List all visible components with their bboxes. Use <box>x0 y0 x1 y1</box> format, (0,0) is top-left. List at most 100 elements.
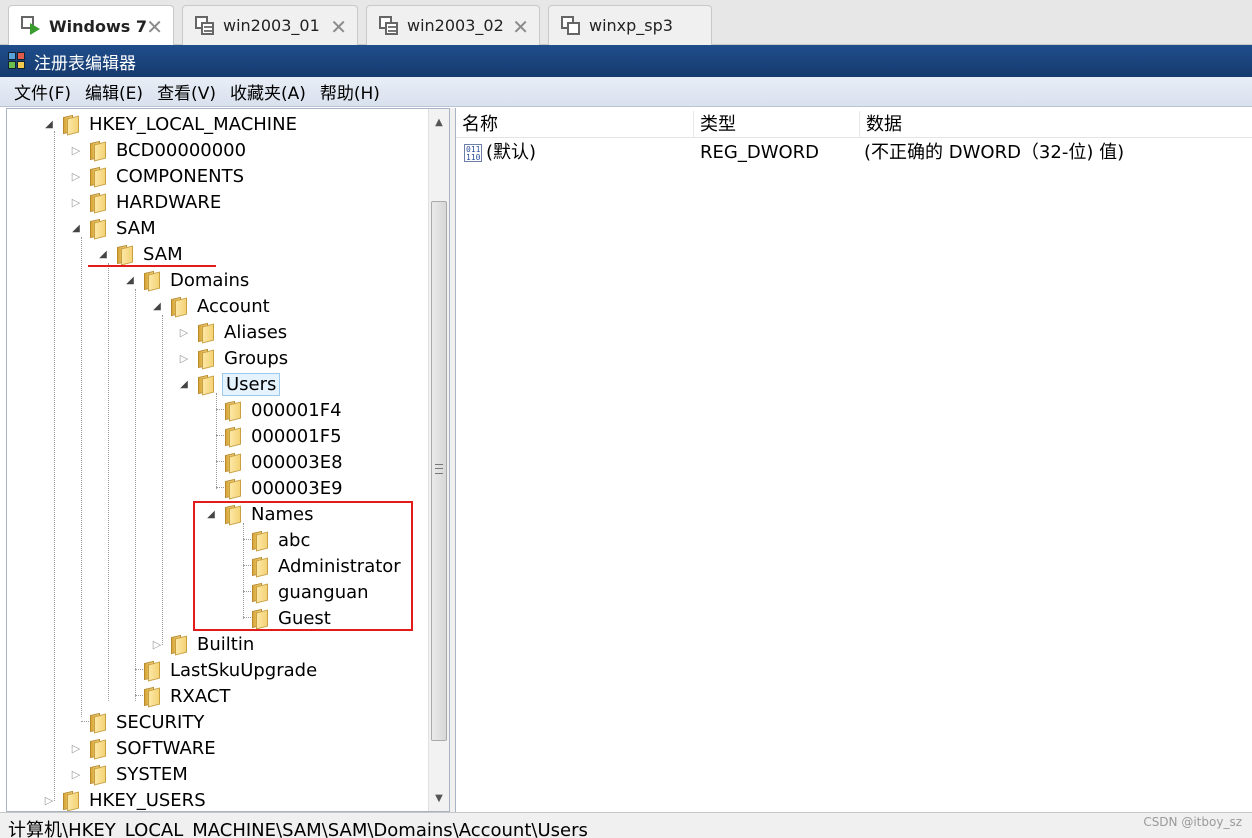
tree-node-rxact[interactable]: RXACT <box>124 684 232 708</box>
tree-node-000003e9[interactable]: 000003E9 <box>205 476 345 500</box>
collapse-arrow-icon[interactable]: ▷ <box>70 144 82 157</box>
tree-node-system[interactable]: ▷ SYSTEM <box>70 762 190 786</box>
vm-tab-windows-7[interactable]: Windows 7 ✕ <box>8 5 174 46</box>
folder-icon <box>87 738 107 760</box>
folder-icon <box>195 374 215 396</box>
scroll-up-icon[interactable]: ▲ <box>429 113 449 133</box>
value-list[interactable]: 名称 类型 数据 011 110 (默认) REG_DWORD (不正确的 DWO… <box>456 108 1252 812</box>
folder-icon <box>222 400 242 422</box>
collapse-arrow-icon[interactable]: ▷ <box>178 352 190 365</box>
vm-running-icon <box>21 16 41 36</box>
scroll-down-icon[interactable]: ▼ <box>429 789 449 809</box>
tree-node-hardware[interactable]: ▷ HARDWARE <box>70 190 223 214</box>
tree-node-000001f5[interactable]: 000001F5 <box>205 424 344 448</box>
folder-icon <box>222 426 242 448</box>
regedit-icon <box>6 50 28 72</box>
expand-arrow-icon[interactable]: ◢ <box>151 301 163 312</box>
vm-icon <box>195 15 215 36</box>
tree-node-bcd[interactable]: ▷ BCD00000000 <box>70 138 248 162</box>
status-path: 计算机\HKEY_LOCAL_MACHINE\SAM\SAM\Domains\A… <box>8 820 588 838</box>
menu-view[interactable]: 查看(V) <box>150 79 223 104</box>
close-icon[interactable]: ✕ <box>512 15 529 39</box>
value-data: (不正确的 DWORD（32-位) 值) <box>864 142 1125 163</box>
tree-node-sam-sam[interactable]: ◢ SAM <box>97 242 185 266</box>
tree-node-hku[interactable]: ▷ HKEY_USERS <box>43 788 208 811</box>
menu-edit[interactable]: 编辑(E) <box>78 79 150 104</box>
vm-icon <box>561 15 581 36</box>
tree-node-sam[interactable]: ◢ SAM <box>70 216 158 240</box>
folder-icon <box>114 244 134 266</box>
collapse-arrow-icon[interactable]: ▷ <box>178 326 190 339</box>
folder-icon <box>168 296 188 318</box>
folder-icon <box>87 166 107 188</box>
folder-icon <box>87 764 107 786</box>
vm-tab-label: winxp_sp3 <box>589 16 673 35</box>
tree-scrollbar[interactable]: ▲ ▼ <box>428 109 449 811</box>
menu-help[interactable]: 帮助(H) <box>313 79 387 104</box>
collapse-arrow-icon[interactable]: ▷ <box>151 638 163 651</box>
annotation-box <box>193 501 413 631</box>
close-icon[interactable]: ✕ <box>146 15 163 39</box>
menu-bar: 文件(F) 编辑(E) 查看(V) 收藏夹(A) 帮助(H) <box>0 77 1252 107</box>
folder-icon <box>168 634 188 656</box>
tree-node-groups[interactable]: ▷ Groups <box>178 346 290 370</box>
column-header-type[interactable]: 类型 <box>694 111 860 138</box>
tree-node-000001f4[interactable]: 000001F4 <box>205 398 344 422</box>
vm-tab-win2003-02[interactable]: win2003_02 ✕ <box>366 5 540 45</box>
folder-icon <box>87 192 107 214</box>
folder-icon <box>141 270 161 292</box>
tree-node-users[interactable]: ◢ Users <box>178 372 281 396</box>
window-title: 注册表编辑器 <box>34 53 136 74</box>
tree-node-hklm[interactable]: ◢ HKEY_LOCAL_MACHINE <box>43 112 299 136</box>
folder-icon <box>87 140 107 162</box>
folder-icon <box>141 660 161 682</box>
tree-node-aliases[interactable]: ▷ Aliases <box>178 320 289 344</box>
vm-tab-winxp-sp3[interactable]: winxp_sp3 <box>548 5 712 45</box>
watermark: CSDN @itboy_sz <box>1143 815 1242 829</box>
expand-arrow-icon[interactable]: ◢ <box>178 379 190 390</box>
close-icon[interactable]: ✕ <box>330 15 347 39</box>
column-header-data[interactable]: 数据 <box>860 111 1252 138</box>
expand-arrow-icon[interactable]: ◢ <box>124 275 136 286</box>
folder-icon <box>195 322 215 344</box>
vm-tab-win2003-01[interactable]: win2003_01 ✕ <box>182 5 358 45</box>
value-type: REG_DWORD <box>700 142 820 163</box>
tree-node-000003e8[interactable]: 000003E8 <box>205 450 345 474</box>
vm-icon <box>379 15 399 36</box>
registry-tree[interactable]: ◢ HKEY_LOCAL_MACHINE ▷ BCD00000000 ▷ COMPON… <box>6 108 450 812</box>
tree-connector <box>54 131 55 801</box>
column-header-name[interactable]: 名称 <box>456 111 694 138</box>
value-row[interactable]: 011 110 (默认) REG_DWORD (不正确的 DWORD（32-位) … <box>456 140 1252 166</box>
scroll-thumb[interactable] <box>431 201 447 741</box>
vm-tab-label: Windows 7 <box>49 16 147 36</box>
tree-node-components[interactable]: ▷ COMPONENTS <box>70 164 246 188</box>
tree-node-security[interactable]: SECURITY <box>70 710 206 734</box>
status-bar: 计算机\HKEY_LOCAL_MACHINE\SAM\SAM\Domains\A… <box>0 812 1252 838</box>
annotation-underline <box>88 265 216 267</box>
collapse-arrow-icon[interactable]: ▷ <box>70 196 82 209</box>
expand-arrow-icon[interactable]: ◢ <box>97 249 109 260</box>
tree-connector <box>162 315 163 645</box>
tree-node-lastskuupgrade[interactable]: LastSkuUpgrade <box>124 658 319 682</box>
collapse-arrow-icon[interactable]: ▷ <box>70 768 82 781</box>
window-titlebar: 注册表编辑器 <box>0 45 1252 77</box>
tree-connector <box>81 237 82 717</box>
vm-tab-label: win2003_01 <box>223 16 320 35</box>
column-header-row: 名称 类型 数据 <box>456 111 1252 138</box>
collapse-arrow-icon[interactable]: ▷ <box>70 742 82 755</box>
expand-arrow-icon[interactable]: ◢ <box>43 119 55 130</box>
tree-connector <box>135 289 136 701</box>
tree-node-domains[interactable]: ◢ Domains <box>124 268 251 292</box>
tree-node-account[interactable]: ◢ Account <box>151 294 272 318</box>
folder-icon <box>222 478 242 500</box>
menu-file[interactable]: 文件(F) <box>7 79 78 104</box>
collapse-arrow-icon[interactable]: ▷ <box>70 170 82 183</box>
tree-connector <box>108 263 109 701</box>
tree-node-software[interactable]: ▷ SOFTWARE <box>70 736 218 760</box>
folder-icon <box>60 790 80 811</box>
folder-icon <box>60 114 80 136</box>
collapse-arrow-icon[interactable]: ▷ <box>43 794 55 807</box>
expand-arrow-icon[interactable]: ◢ <box>70 223 82 234</box>
menu-favorites[interactable]: 收藏夹(A) <box>223 79 313 104</box>
tree-node-builtin[interactable]: ▷ Builtin <box>151 632 256 656</box>
